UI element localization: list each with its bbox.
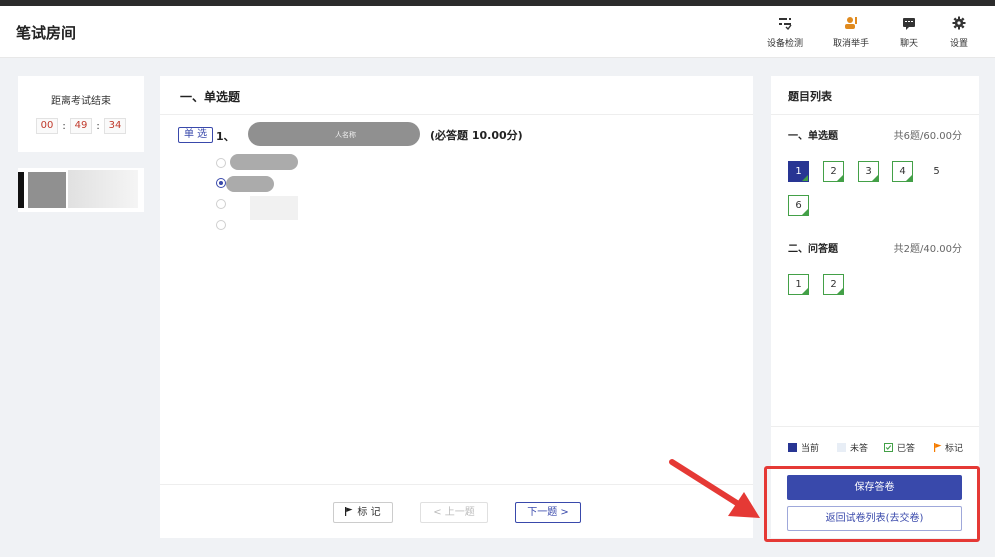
question-box-1-5[interactable]: 5	[926, 161, 947, 182]
timer-seconds: 34	[104, 118, 126, 134]
divider	[160, 114, 753, 115]
question-meta: (必答题 10.00分)	[430, 129, 523, 142]
legend-current: 当前	[788, 441, 819, 454]
device-check-button[interactable]: 设备检测	[755, 16, 815, 49]
legend-answered-label: 已答	[897, 444, 916, 454]
next-question-button[interactable]: 下一题 >	[515, 502, 581, 523]
divider	[771, 114, 979, 115]
question-box-1-2[interactable]: 2	[823, 161, 844, 182]
blurred-avatar	[18, 172, 24, 208]
legend-marked-label: 标记	[945, 444, 964, 454]
countdown-label: 距离考试结束	[51, 96, 111, 107]
blurred-option-text	[250, 196, 298, 220]
group-title-single-choice: 一、单选题	[788, 131, 838, 142]
question-box-1-4[interactable]: 4	[892, 161, 913, 182]
question-box-2-1[interactable]: 1	[788, 274, 809, 295]
countdown-panel: 距离考试结束 00 : 49 : 34	[18, 76, 144, 152]
blurred-option-text	[230, 154, 298, 170]
countdown-timer: 00 : 49 : 34	[36, 118, 126, 134]
blurred-question-text	[248, 122, 420, 146]
question-box-1-6[interactable]: 6	[788, 195, 809, 216]
group-score-essay: 共2题/40.00分	[893, 244, 962, 255]
timer-hours: 00	[36, 118, 58, 134]
legend-unanswered-label: 未答	[850, 444, 869, 454]
legend-unanswered-swatch	[837, 443, 846, 452]
question-number: 1、	[216, 130, 235, 143]
raise-hand-icon	[821, 16, 881, 34]
header: 笔试房间 设备检测 取消举手 聊天 设置	[0, 6, 995, 58]
device-check-label: 设备检测	[766, 39, 803, 49]
legend-unanswered: 未答	[837, 441, 868, 454]
timer-minutes: 49	[70, 118, 92, 134]
gear-icon	[929, 16, 989, 34]
section-title: 一、单选题	[180, 90, 241, 104]
legend-flag-icon	[934, 443, 942, 452]
timer-separator: :	[62, 120, 66, 132]
question-box-2-2[interactable]: 2	[823, 274, 844, 295]
mark-button[interactable]: 标 记	[333, 502, 393, 523]
blurred-info	[68, 170, 138, 208]
group-score-single-choice: 共6题/60.00分	[893, 131, 962, 142]
annotation-arrow-icon	[669, 459, 760, 518]
blurred-question-fragment: 人名称	[335, 131, 356, 139]
question-list-title: 题目列表	[788, 90, 832, 103]
device-check-icon	[755, 16, 815, 34]
settings-button[interactable]: 设置	[929, 16, 989, 49]
flag-icon	[345, 504, 353, 516]
mark-label: 标 记	[357, 507, 381, 518]
question-box-1-3[interactable]: 3	[858, 161, 879, 182]
option-radio-d[interactable]	[216, 220, 226, 230]
candidate-info-blurred	[18, 168, 144, 212]
option-radio-b[interactable]	[216, 178, 226, 188]
chat-label: 聊天	[899, 39, 918, 49]
legend-marked: 标记	[934, 441, 963, 454]
cancel-raise-hand-label: 取消举手	[832, 39, 869, 49]
option-radio-c[interactable]	[216, 199, 226, 209]
blurred-photo	[28, 172, 66, 208]
page-title: 笔试房间	[16, 24, 77, 42]
divider	[771, 426, 979, 427]
group-title-essay: 二、问答题	[788, 244, 838, 255]
question-type-tag: 单 选	[178, 127, 214, 143]
timer-separator: :	[96, 120, 100, 132]
question-box-1-1[interactable]: 1	[788, 161, 809, 182]
legend-current-label: 当前	[801, 444, 820, 454]
legend-answered: 已答	[884, 441, 915, 454]
legend-answered-checkbox-icon	[884, 443, 893, 452]
annotation-highlight-box	[764, 466, 980, 542]
prev-question-button[interactable]: < 上一题	[420, 502, 488, 523]
cancel-raise-hand-button[interactable]: 取消举手	[821, 16, 881, 49]
blurred-option-text	[226, 176, 274, 192]
option-radio-a[interactable]	[216, 158, 226, 168]
legend-current-swatch	[788, 443, 797, 452]
settings-label: 设置	[949, 39, 968, 49]
